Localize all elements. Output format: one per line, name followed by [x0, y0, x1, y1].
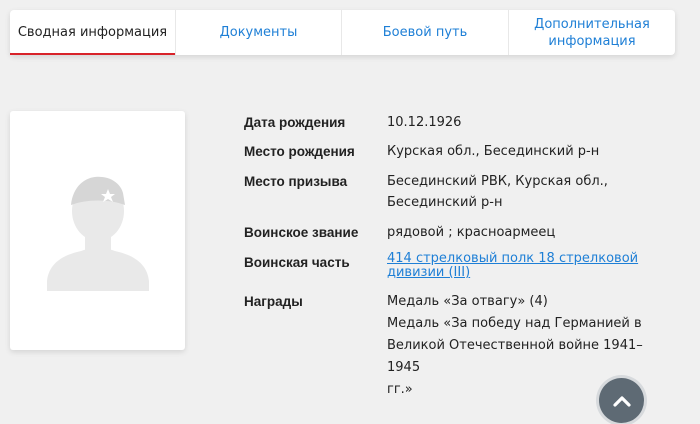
awards-label: Награды [244, 294, 303, 309]
tab-documents[interactable]: Документы [176, 10, 342, 55]
rank-value: рядовой ; красноармеец [387, 225, 556, 240]
unit-value: 414 стрелковый полк 18 стрелковой дивизии… [387, 252, 672, 280]
tab-summary-label: Сводная информация [17, 25, 168, 40]
tab-documents-label: Документы [219, 25, 298, 40]
award-item: Медаль «За отвагу» (4) [387, 294, 548, 309]
birth-date-value: 10.12.1926 [387, 115, 462, 130]
birth-place-value: Курская обл., Бесединский р-н [387, 144, 600, 159]
tab-additional-info[interactable]: Дополнительная информация [509, 10, 675, 55]
unit-label: Воинская часть [244, 255, 350, 270]
tab-summary[interactable]: Сводная информация [10, 10, 176, 55]
birth-date-label: Дата рождения [244, 115, 346, 130]
conscription-place-label: Место призыва [244, 174, 348, 189]
conscription-place-value: Бесединский РВК, Курская обл., Беседински… [387, 174, 608, 210]
photo-card [10, 111, 185, 350]
tab-combat-path[interactable]: Боевой путь [342, 10, 509, 55]
unit-link[interactable]: 414 стрелковый полк 18 стрелковой дивизии… [387, 252, 672, 280]
award-item: гг.» [387, 382, 413, 397]
birth-place-label: Место рождения [244, 144, 355, 159]
soldier-silhouette-icon [47, 176, 149, 291]
award-item: Великой Отечественной войне 1941–1945 [387, 338, 643, 375]
chevron-up-icon [612, 395, 631, 407]
award-item: Медаль «За победу над Германией в [387, 316, 642, 331]
scroll-to-top-button[interactable] [599, 378, 644, 423]
rank-label: Воинское звание [244, 225, 359, 240]
tab-combat-path-label: Боевой путь [382, 25, 468, 40]
tab-additional-info-label: Дополнительная информация [534, 16, 650, 49]
tabs-bar: Сводная информация Документы Боевой путь… [10, 10, 675, 55]
